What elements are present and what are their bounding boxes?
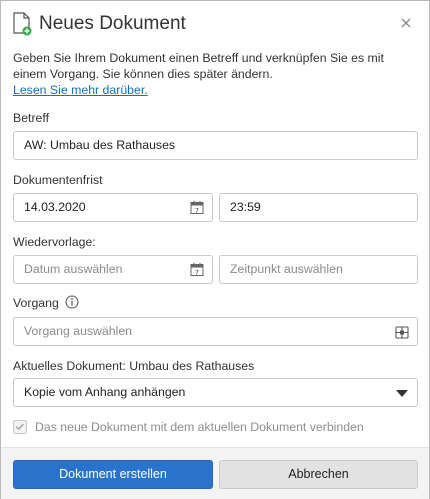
create-document-button[interactable]: Dokument erstellen xyxy=(13,460,213,489)
dialog-footer: Dokument erstellen Abbrechen xyxy=(1,447,429,499)
attachment-option-value: Kopie vom Anhang anhängen xyxy=(24,385,186,399)
dialog-header: Neues Dokument xyxy=(1,1,429,47)
new-document-dialog: Neues Dokument Geben Sie Ihrem Dokument … xyxy=(0,0,430,499)
case-placeholder: Vorgang auswählen xyxy=(24,324,133,338)
attachment-option-select[interactable]: Kopie vom Anhang anhängen xyxy=(13,378,418,407)
case-input[interactable]: Vorgang auswählen xyxy=(13,317,418,346)
learn-more-link[interactable]: Lesen Sie mehr darüber. xyxy=(13,83,148,97)
subject-input[interactable]: AW: Umbau des Rathauses xyxy=(13,131,418,160)
intro-text: Geben Sie Ihrem Dokument einen Betreff u… xyxy=(13,50,413,98)
deadline-date-field[interactable]: 14.03.2020 7 xyxy=(13,193,213,222)
resubmission-date-placeholder: Datum auswählen xyxy=(24,262,123,276)
chevron-down-icon xyxy=(396,390,408,397)
case-label: Vorgang xyxy=(13,296,59,310)
deadline-label: Dokumentenfrist xyxy=(13,173,103,187)
cancel-button[interactable]: Abbrechen xyxy=(219,460,418,489)
close-icon[interactable] xyxy=(399,16,413,30)
resubmission-time-field[interactable]: Zeitpunkt auswählen xyxy=(219,255,418,284)
checkmark-icon xyxy=(15,423,24,431)
svg-text:7: 7 xyxy=(195,269,199,277)
subject-label: Betreff xyxy=(13,111,50,125)
resubmission-date-field[interactable]: Datum auswählen 7 xyxy=(13,255,213,284)
info-icon[interactable] xyxy=(65,295,79,309)
deadline-date-value: 14.03.2020 xyxy=(24,200,86,214)
dialog-title: Neues Dokument xyxy=(39,13,186,34)
deadline-time-field[interactable]: 23:59 xyxy=(219,193,418,222)
calendar-icon[interactable]: 7 xyxy=(190,200,204,215)
calendar-icon[interactable]: 7 xyxy=(190,262,204,277)
svg-text:7: 7 xyxy=(195,207,199,215)
current-document-label: Aktuelles Dokument: Umbau des Rathauses xyxy=(13,359,255,373)
link-document-checkbox[interactable] xyxy=(13,420,27,434)
link-document-checkbox-label: Das neue Dokument mit dem aktuellen Doku… xyxy=(35,420,364,434)
resubmission-label: Wiedervorlage: xyxy=(13,235,96,249)
intro-description: Geben Sie Ihrem Dokument einen Betreff u… xyxy=(13,51,384,81)
new-document-icon xyxy=(13,12,32,36)
case-picker-icon[interactable] xyxy=(395,325,409,340)
